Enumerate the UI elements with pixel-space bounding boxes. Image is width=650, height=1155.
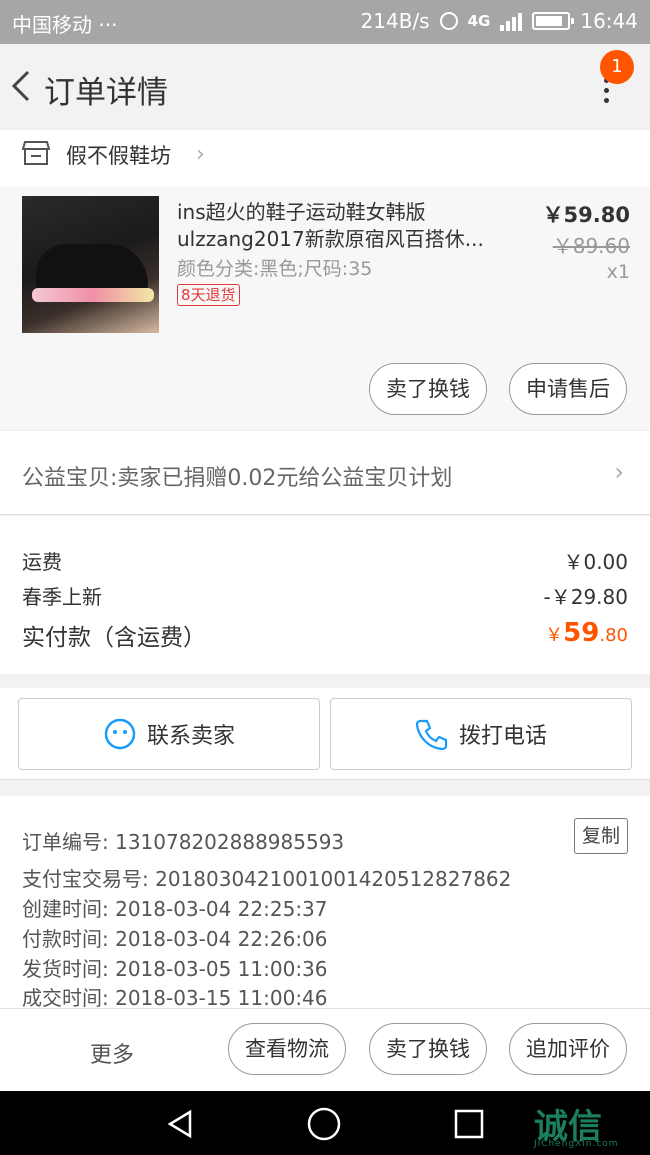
product-title-line1: ins超火的鞋子运动鞋女韩版 [177,200,426,224]
store-icon [22,141,50,165]
charity-row[interactable]: 公益宝贝:卖家已捐赠0.02元给公益宝贝计划 › [0,431,650,515]
order-number: 订单编号: 131078202888985593 [22,830,345,854]
currency-symbol: ￥ [545,625,564,646]
copy-button[interactable]: 复制 [574,818,628,854]
product-card[interactable]: ins超火的鞋子运动鞋女韩版 ulzzang2017新款原宿风百搭休... 颜色… [0,186,650,430]
nav-back-icon[interactable] [166,1109,196,1139]
add-review-button[interactable]: 追加评价 [509,1023,627,1075]
total-value: ￥59.80 [545,618,628,648]
completed-time: 成交时间: 2018-03-15 11:00:46 [22,986,328,1010]
watermark-url: JiChengXin.com [534,1139,619,1149]
alipay-number: 支付宝交易号: 2018030421001001420512827862 [22,867,512,891]
product-spec: 颜色分类:黑色;尺码:35 [177,258,373,280]
sell-button[interactable]: 卖了换钱 [369,363,487,415]
charity-text: 公益宝贝:卖家已捐赠0.02元给公益宝贝计划 [22,466,453,491]
clock: 16:44 [580,9,638,33]
battery-icon [532,12,575,30]
order-info: 订单编号: 131078202888985593 复制 支付宝交易号: 2018… [0,796,650,1010]
original-price: ￥89.60 [552,234,630,258]
after-sale-button[interactable]: 申请售后 [509,363,627,415]
contact-seller-button[interactable]: 联系卖家 [18,698,320,770]
back-arrow-icon[interactable] [8,66,38,106]
shop-header[interactable]: 假不假鞋坊 › [0,130,650,186]
call-button[interactable]: 拨打电话 [330,698,632,770]
view-logistics-button[interactable]: 查看物流 [228,1023,346,1075]
fee-summary: 运费 ￥0.00 春季上新 -￥29.80 实付款（含运费） ￥59.80 [0,516,650,674]
network-type: 4G [467,12,491,30]
status-bar: 中国移动 ··· 214B/s 4G 16:44 [0,0,650,44]
promo-value: -￥29.80 [543,585,628,609]
more-menu-icon[interactable] [594,78,618,118]
shop-name: 假不假鞋坊 [66,144,171,168]
total-integer: 59 [563,618,600,648]
more-button[interactable]: 更多 [90,1037,134,1069]
nav-home-icon[interactable] [307,1107,341,1141]
call-label: 拨打电话 [458,724,547,749]
network-speed: 214B/s [360,9,430,33]
promo-label: 春季上新 [22,585,102,609]
product-image[interactable] [22,196,159,333]
contact-bar: 联系卖家 拨打电话 [0,688,650,780]
product-quantity: x1 [606,261,630,283]
signal-icon [500,11,523,31]
shipping-value: ￥0.00 [563,550,628,574]
top-bar: 订单详情 [0,44,650,130]
chevron-right-icon: › [196,142,205,167]
system-nav-bar: 诚信 JiChengXin.com [0,1091,650,1155]
sell-again-button[interactable]: 卖了换钱 [369,1023,487,1075]
return-policy-tag: 8天退货 [177,284,240,306]
alarm-icon [439,12,458,30]
shipping-row: 运费 ￥0.00 [22,546,628,575]
created-time: 创建时间: 2018-03-04 22:25:37 [22,897,328,921]
total-row: 实付款（含运费） ￥59.80 [22,618,628,652]
phone-icon [415,719,448,751]
contact-seller-label: 联系卖家 [146,724,235,749]
page-title: 订单详情 [44,75,168,111]
notification-badge: 1 [600,50,634,84]
shipped-time: 发货时间: 2018-03-05 11:00:36 [22,957,328,981]
product-title-line2: ulzzang2017新款原宿风百搭休... [177,227,484,251]
total-label: 实付款（含运费） [22,625,206,651]
paid-time: 付款时间: 2018-03-04 22:26:06 [22,927,328,951]
shipping-label: 运费 [22,550,62,574]
status-indicators: 214B/s 4G 16:44 [361,9,638,33]
bottom-action-bar: 更多 查看物流 卖了换钱 追加评价 [0,1008,650,1091]
chevron-right-icon: › [614,458,624,486]
carrier-label: 中国移动 ··· [12,13,118,37]
total-decimal: .80 [599,625,628,646]
product-title: ins超火的鞋子运动鞋女韩版 ulzzang2017新款原宿风百搭休... [177,199,517,253]
product-price: ￥59.80 [542,203,630,227]
nav-recents-icon[interactable] [454,1109,484,1139]
chat-face-icon [104,718,136,750]
promo-row: 春季上新 -￥29.80 [22,581,628,610]
